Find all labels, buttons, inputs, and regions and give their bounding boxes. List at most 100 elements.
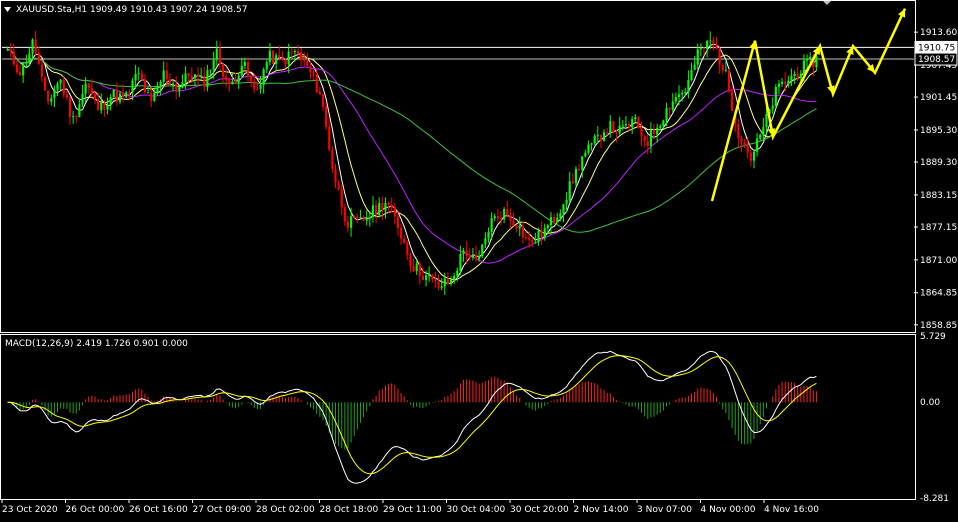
candle-body [246,61,250,77]
candle-body [262,69,265,85]
candle-body [237,75,240,83]
candle-body [128,92,131,94]
candle-body [243,61,246,66]
time-axis[interactable]: 23 Oct 2020 26 Oct 00:00 26 Oct 16:00 27 Oc… [1,499,819,515]
candle-body [434,279,437,281]
macd-indicator: 5.729 0.00 -8.281 [7,332,949,504]
candle-body [437,280,440,288]
candle-body [78,104,81,118]
candle-body [84,83,87,94]
candle-body [346,221,350,228]
time-tick-label: 29 Oct 11:00 [383,505,442,515]
candle-body [406,242,409,255]
time-tick-label: 3 Nov 07:00 [637,505,692,515]
candle-body [318,91,321,95]
candle-body [721,65,724,71]
candle-body [281,57,284,60]
candle-body [384,202,387,211]
candle-body [440,286,443,288]
candle-body [528,237,531,240]
candle-body [671,101,674,110]
candle-body [181,82,184,88]
candle-body [752,151,756,161]
candle-body [168,79,172,84]
candle-body [746,145,749,153]
candle-body [172,83,175,85]
candle-body [162,70,165,82]
candle-body [715,43,718,50]
candle-body [34,39,37,53]
candle-body [627,124,631,128]
candle-body [806,58,809,61]
triangle-down-icon[interactable] [4,7,11,12]
candle-body [699,47,702,50]
candle-body [487,232,490,239]
candle-body [340,189,343,208]
candle-body [328,127,331,150]
candle-body [400,227,403,239]
candle-body [531,239,534,243]
macd-line [7,350,817,484]
candle-body [18,72,22,76]
candle-body [724,69,727,71]
candle-body [521,225,524,238]
candle-body [496,216,499,219]
candle-body [790,76,793,81]
candle-body [443,278,446,287]
time-tick-label: 27 Oct 09:00 [193,505,252,515]
candle-body [490,218,493,233]
candle-body [634,117,637,120]
candle-body [574,168,578,184]
candle-body [240,65,243,76]
candle-body [221,63,225,77]
chart-terminal[interactable]: XAUUSD.Sta,H1 1909.49 1910.43 1907.24 19… [0,0,958,518]
candle-body [290,51,293,53]
candle-body [334,168,337,183]
candle-body [474,254,478,260]
candle-body [815,55,818,68]
candle-body [81,93,84,105]
horizontal-levels [2,46,914,60]
candle-body [553,217,556,223]
moving-averages [7,43,817,285]
candle-body [331,149,334,169]
candle-body [228,80,231,85]
candle-body [50,98,53,102]
candle-body [115,90,118,102]
candle-body [312,72,315,74]
price-tick-label: 1864.85 [920,289,957,299]
candle-body [106,105,109,110]
candle-body [431,275,434,280]
candle-body [378,203,381,215]
candle-body [540,230,543,239]
candle-body [143,79,147,93]
price-axis[interactable]: 1913.601907.451901.451895.301889.301883.… [914,28,958,331]
candle-body [147,92,150,94]
candle-body [375,205,378,215]
candle-body [465,250,468,257]
candle-body [556,217,559,223]
candle-body [193,74,197,79]
candle-body [740,138,743,143]
candle-body [743,142,746,146]
candle-body [549,217,553,226]
candle-body [649,129,652,147]
candle-body [150,92,153,101]
candle-body [578,168,581,170]
candle-body [268,50,271,63]
candle-body [197,74,200,77]
candle-body [774,86,777,106]
time-tick-label: 23 Oct 2020 [2,505,58,515]
time-tick-label: 26 Oct 16:00 [129,505,188,515]
macd-tick-label: 5.729 [920,332,946,342]
chart-svg[interactable]: XAUUSD.Sta,H1 1909.49 1910.43 1907.24 19… [0,0,958,518]
candle-body [524,237,528,239]
candle-body [284,59,287,65]
candle-body [759,134,762,139]
candle-body [381,203,384,211]
candle-body [356,216,359,218]
candle-body [56,83,59,90]
candle-body [287,51,290,65]
candle-body [712,40,715,44]
candle-body [365,218,368,221]
